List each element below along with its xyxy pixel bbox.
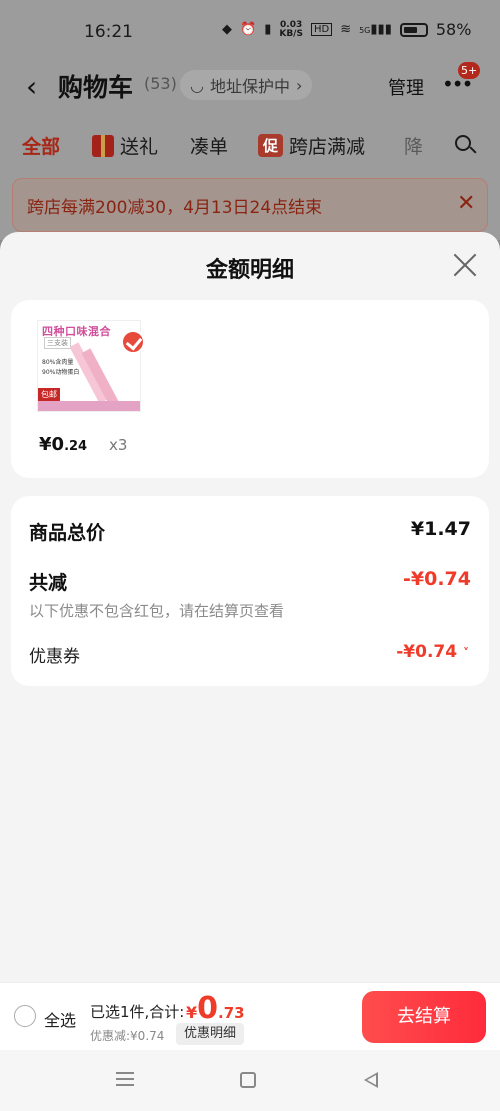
checkmark-icon	[121, 330, 145, 354]
coupon-value[interactable]: -¥0.74 ˅	[396, 642, 469, 662]
thumb-line: 80%含肉量	[42, 359, 74, 366]
hd-icon: HD	[310, 23, 333, 36]
search-icon[interactable]	[452, 132, 480, 160]
battery-icon	[399, 22, 428, 37]
total-price-label: 商品总价	[29, 522, 106, 544]
coupon-label: 优惠券	[29, 647, 80, 667]
signal-icon: 5G▮▮▮	[359, 22, 392, 37]
shield-icon: ◡	[190, 75, 204, 95]
manage-button[interactable]: 管理	[388, 74, 424, 100]
cart-count: (53)	[144, 74, 177, 93]
chevron-right-icon: ›	[295, 75, 303, 95]
total-amount: ¥0.73	[186, 991, 245, 1026]
gift-icon	[92, 134, 114, 157]
home-icon[interactable]	[240, 1072, 256, 1088]
cart-page-background: 16:21 ◆ ⏰ ▮ 0.03 KB/S HD ≋ 5G▮▮▮ 58% ‹ 购物…	[0, 0, 500, 240]
system-nav-bar	[0, 1050, 500, 1111]
alarm-icon: ⏰	[240, 22, 257, 37]
reduce-label: 共减	[29, 572, 68, 594]
product-price: ¥0.24	[39, 434, 88, 455]
thumb-footer	[38, 401, 140, 411]
cart-header: ‹ 购物车 (53) ◡ 地址保护中 › 管理 •••	[0, 62, 500, 110]
checkout-bar: 全选 已选1件,合计: ¥0.73 优惠减:¥0.74 优惠明细 去结算	[0, 982, 500, 1050]
tab-cross-store[interactable]: 促跨店满减	[258, 132, 365, 159]
discount-amount: 优惠减:¥0.74	[90, 1029, 165, 1043]
address-protect-label: 地址保护中	[209, 77, 290, 96]
page-title: 购物车	[58, 73, 134, 102]
discount-note: 以下优惠不包含红包，请在结算页查看	[29, 602, 285, 620]
notification-badge: 5+	[458, 62, 481, 79]
cart-tabs: 全部 送礼 凑单 促跨店满减 降	[0, 128, 500, 166]
close-icon[interactable]	[452, 252, 478, 278]
back-arrow-icon[interactable]: ‹	[26, 70, 48, 103]
vibrate-icon: ▮	[264, 22, 272, 37]
status-bar: 16:21 ◆ ⏰ ▮ 0.03 KB/S HD ≋ 5G▮▮▮ 58%	[0, 0, 500, 64]
tab-all[interactable]: 全部	[22, 132, 60, 159]
promo-tag-icon: 促	[258, 134, 284, 157]
chevron-down-icon: ˅	[463, 646, 469, 660]
thumb-line: 90%动物蛋白	[42, 369, 80, 376]
status-time: 16:21	[84, 22, 133, 42]
tab-gift[interactable]: 送礼	[92, 132, 158, 159]
status-icons: ◆ ⏰ ▮ 0.03 KB/S HD ≋ 5G▮▮▮ 58%	[222, 20, 471, 39]
price-summary-card: 商品总价 ¥1.47 共减 -¥0.74 以下优惠不包含红包，请在结算页查看 优…	[11, 496, 489, 686]
close-icon[interactable]: ✕	[457, 191, 475, 216]
product-card: 四种口味混合 三支装 80%含肉量 90%动物蛋白 包邮 ¥0.24 x3	[11, 300, 489, 478]
back-triangle-icon[interactable]	[364, 1072, 378, 1088]
drop-icon: ◆	[222, 22, 232, 37]
menu-icon[interactable]	[116, 1072, 134, 1086]
tab-bundle[interactable]: 凑单	[190, 132, 228, 159]
thumb-badge: 包邮	[38, 388, 60, 401]
select-all-radio[interactable]	[14, 1005, 36, 1027]
net-speed: 0.03 KB/S	[279, 19, 303, 39]
wifi-icon: ≋	[340, 22, 352, 37]
amount-detail-sheet: 金额明细 四种口味混合 三支装 80%含肉量 90%动物蛋白 包邮 ¥0.24 …	[0, 232, 500, 982]
reduce-value: -¥0.74	[403, 568, 471, 590]
promo-banner: 跨店每满200减30，4月13日24点结束 ✕	[12, 178, 488, 232]
sheet-title: 金额明细	[205, 258, 294, 283]
tab-price-drop[interactable]: 降	[404, 132, 423, 159]
address-protect-chip[interactable]: ◡ 地址保护中 ›	[180, 70, 313, 100]
battery-percent: 58%	[435, 20, 472, 39]
selected-info: 已选1件,合计:	[90, 1003, 185, 1021]
promo-banner-text: 跨店每满200减30，4月13日24点结束	[27, 198, 323, 218]
select-all-label[interactable]: 全选	[44, 1007, 76, 1031]
product-quantity: x3	[109, 436, 128, 454]
discount-detail-button[interactable]: 优惠明细	[176, 1023, 245, 1045]
total-price-value: ¥1.47	[410, 518, 471, 540]
checkout-button[interactable]: 去结算	[362, 991, 486, 1043]
thumb-tag: 三支装	[44, 337, 71, 349]
